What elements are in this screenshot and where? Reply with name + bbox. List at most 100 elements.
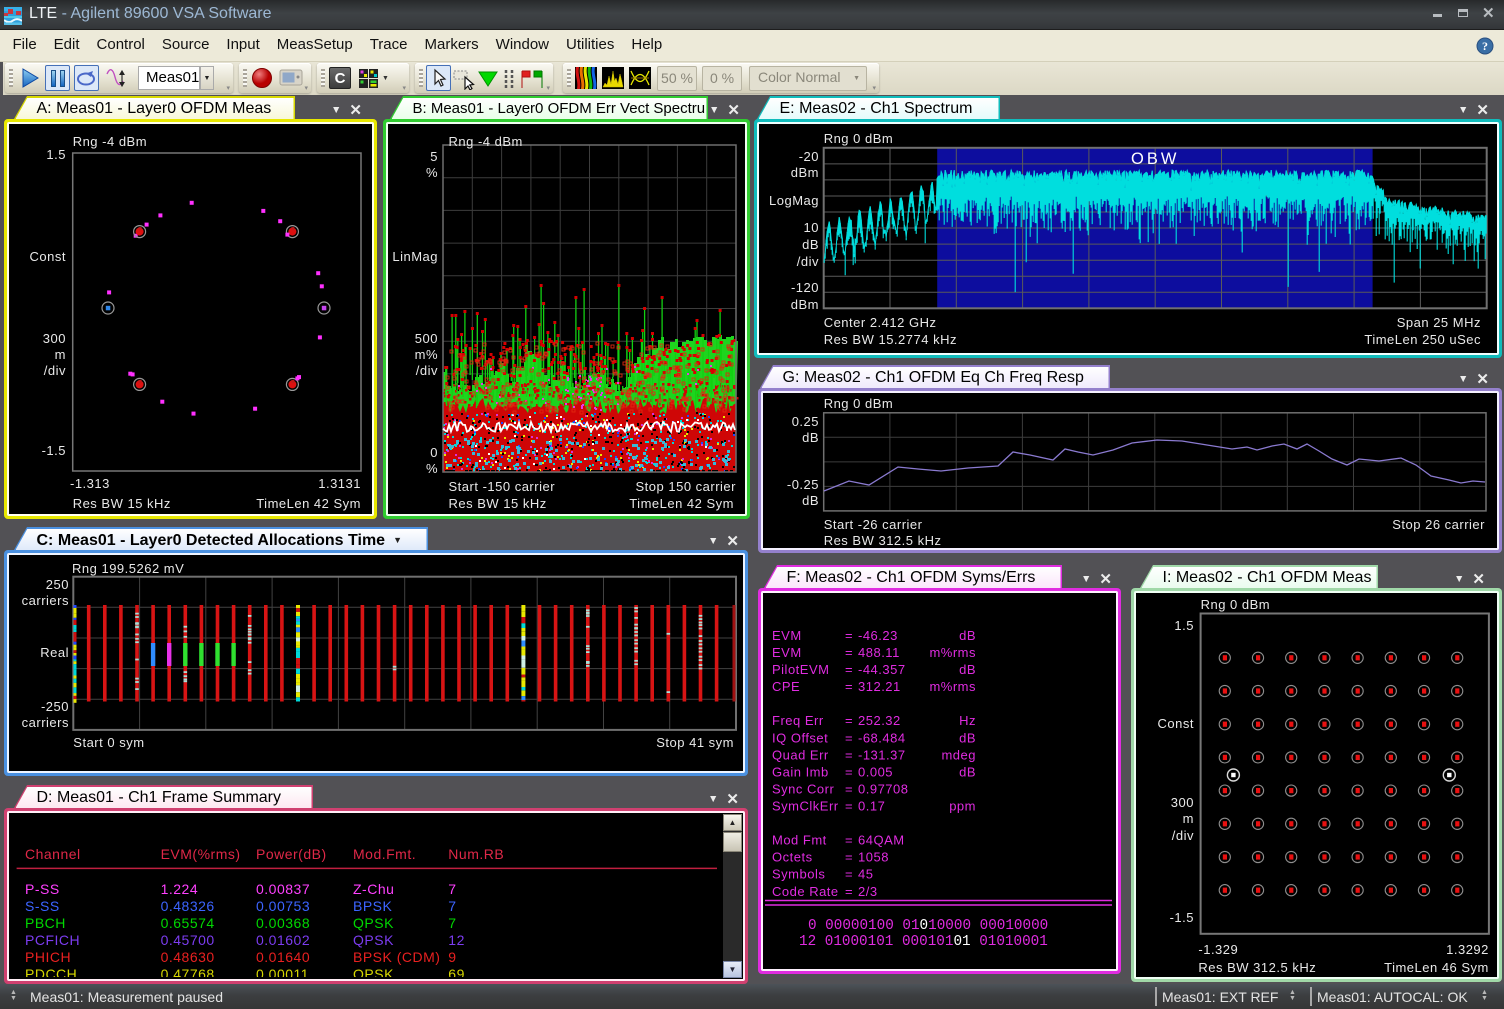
- svg-text:TimeLen 46 Sym: TimeLen 46 Sym: [1384, 960, 1489, 975]
- svg-text:-120: -120: [791, 280, 819, 295]
- svg-text:10: 10: [804, 220, 819, 235]
- svg-text:m: m: [55, 347, 66, 362]
- svg-text:Mod Fmt: Mod Fmt: [772, 833, 827, 848]
- svg-text:Mod.Fmt.: Mod.Fmt.: [353, 846, 416, 862]
- svg-text:-1.5: -1.5: [42, 443, 66, 458]
- svg-text:0.00368: 0.00368: [256, 915, 310, 931]
- svg-text:0: 0: [430, 445, 438, 460]
- svg-text:252.32: 252.32: [858, 713, 901, 728]
- svg-text:Start -26 carrier: Start -26 carrier: [824, 517, 923, 532]
- svg-text:OBW: OBW: [1131, 150, 1179, 168]
- svg-text:0.01640: 0.01640: [256, 949, 310, 965]
- svg-text:-68.484: -68.484: [858, 730, 906, 745]
- svg-text:Start -150 carrier: Start -150 carrier: [449, 479, 556, 494]
- svg-text:-1.5: -1.5: [1170, 910, 1194, 925]
- svg-text:dBm: dBm: [791, 165, 819, 180]
- svg-text:Hz: Hz: [959, 713, 976, 728]
- svg-text:=: =: [845, 679, 853, 694]
- svg-text:0.45700: 0.45700: [161, 932, 215, 948]
- svg-text:=: =: [845, 764, 853, 779]
- svg-text:0.48630: 0.48630: [161, 949, 215, 965]
- svg-text:2/3: 2/3: [858, 884, 878, 899]
- svg-text:1058: 1058: [858, 850, 889, 865]
- svg-text:Const: Const: [30, 249, 66, 264]
- svg-text:Sync Corr: Sync Corr: [772, 782, 834, 797]
- svg-text:Rng 0 dBm: Rng 0 dBm: [824, 396, 894, 411]
- svg-text:Rng -4 dBm: Rng -4 dBm: [73, 134, 147, 149]
- svg-text:TimeLen 42 Sym: TimeLen 42 Sym: [256, 496, 361, 511]
- svg-text:=: =: [845, 713, 853, 728]
- svg-text:7: 7: [448, 881, 456, 897]
- svg-text:1.5: 1.5: [46, 147, 66, 162]
- svg-text:carriers: carriers: [22, 715, 69, 730]
- svg-text:SymClkErr: SymClkErr: [772, 799, 839, 814]
- svg-text:CPE: CPE: [772, 679, 800, 694]
- svg-text:0.00011: 0.00011: [256, 966, 309, 977]
- svg-text:ppm: ppm: [949, 799, 976, 814]
- svg-text:IQ Offset: IQ Offset: [772, 730, 828, 745]
- svg-text:Center 2.412 GHz: Center 2.412 GHz: [824, 315, 937, 330]
- svg-text:dB: dB: [959, 764, 976, 779]
- svg-text:Rng 0 dBm: Rng 0 dBm: [1201, 597, 1271, 612]
- svg-text:45: 45: [858, 867, 873, 882]
- svg-text:PDCCH: PDCCH: [25, 966, 77, 977]
- svg-text:m%rms: m%rms: [929, 645, 976, 660]
- svg-text:m%rms: m%rms: [929, 679, 976, 694]
- svg-text:QPSK: QPSK: [353, 915, 394, 931]
- svg-text:dB: dB: [959, 662, 976, 677]
- svg-text:Const: Const: [1158, 716, 1194, 731]
- svg-text:dB: dB: [959, 730, 976, 745]
- svg-text:dB: dB: [959, 628, 976, 643]
- svg-text:carriers: carriers: [22, 593, 69, 608]
- svg-text:=: =: [845, 782, 853, 797]
- svg-text:0.97708: 0.97708: [858, 782, 909, 797]
- svg-text:BPSK: BPSK: [353, 898, 393, 914]
- svg-text:Code Rate: Code Rate: [772, 884, 839, 899]
- svg-text:Res BW 312.5 kHz: Res BW 312.5 kHz: [1198, 960, 1316, 975]
- svg-text:=: =: [845, 747, 853, 762]
- svg-text:/div: /div: [44, 363, 66, 378]
- svg-text:Rng 199.5262 mV: Rng 199.5262 mV: [72, 561, 184, 576]
- svg-text:Power(dB): Power(dB): [256, 846, 327, 862]
- svg-text:dB: dB: [802, 430, 819, 445]
- svg-text:Quad Err: Quad Err: [772, 747, 829, 762]
- svg-text:-20: -20: [799, 149, 819, 164]
- svg-text:Octets: Octets: [772, 850, 813, 865]
- svg-text:EVM: EVM: [772, 628, 802, 643]
- svg-text:Channel: Channel: [25, 846, 81, 862]
- svg-text:Real: Real: [40, 645, 69, 660]
- svg-text:0.17: 0.17: [858, 799, 885, 814]
- svg-text:0.00753: 0.00753: [256, 898, 310, 914]
- svg-text:=: =: [845, 884, 853, 899]
- svg-text:Res BW 15.2774 kHz: Res BW 15.2774 kHz: [824, 332, 957, 347]
- svg-text:Gain Imb: Gain Imb: [772, 764, 829, 779]
- svg-text:P-SS: P-SS: [25, 881, 60, 897]
- svg-text:/div: /div: [416, 363, 438, 378]
- svg-text:mdeg: mdeg: [941, 747, 976, 762]
- svg-text:488.11: 488.11: [858, 645, 900, 660]
- svg-text:7: 7: [448, 898, 456, 914]
- svg-text:12: 12: [448, 932, 465, 948]
- svg-text:-1.329: -1.329: [1198, 942, 1238, 957]
- svg-text:dB: dB: [802, 493, 819, 508]
- svg-text:Rng 0 dBm: Rng 0 dBm: [824, 131, 894, 146]
- svg-text:/div: /div: [1172, 828, 1194, 843]
- svg-text:PCFICH: PCFICH: [25, 932, 80, 948]
- svg-text:PHICH: PHICH: [25, 949, 71, 965]
- svg-text:1.3131: 1.3131: [318, 476, 361, 491]
- svg-text:64QAM: 64QAM: [858, 833, 905, 848]
- svg-text:-1.313: -1.313: [70, 476, 110, 491]
- svg-text:Stop 26 carrier: Stop 26 carrier: [1392, 517, 1485, 532]
- svg-text:%: %: [426, 461, 438, 476]
- svg-text:Num.RB: Num.RB: [448, 846, 504, 862]
- svg-text:0.005: 0.005: [858, 764, 893, 779]
- svg-text:EVM: EVM: [772, 645, 802, 660]
- svg-text:7: 7: [448, 915, 456, 931]
- svg-text:Start 0 sym: Start 0 sym: [73, 735, 144, 750]
- svg-text:=: =: [845, 628, 853, 643]
- svg-text:-0.25: -0.25: [787, 477, 819, 492]
- svg-text:1.224: 1.224: [161, 881, 199, 897]
- svg-text:500: 500: [415, 331, 438, 346]
- svg-text:-250: -250: [41, 699, 69, 714]
- svg-text:0.01602: 0.01602: [256, 932, 310, 948]
